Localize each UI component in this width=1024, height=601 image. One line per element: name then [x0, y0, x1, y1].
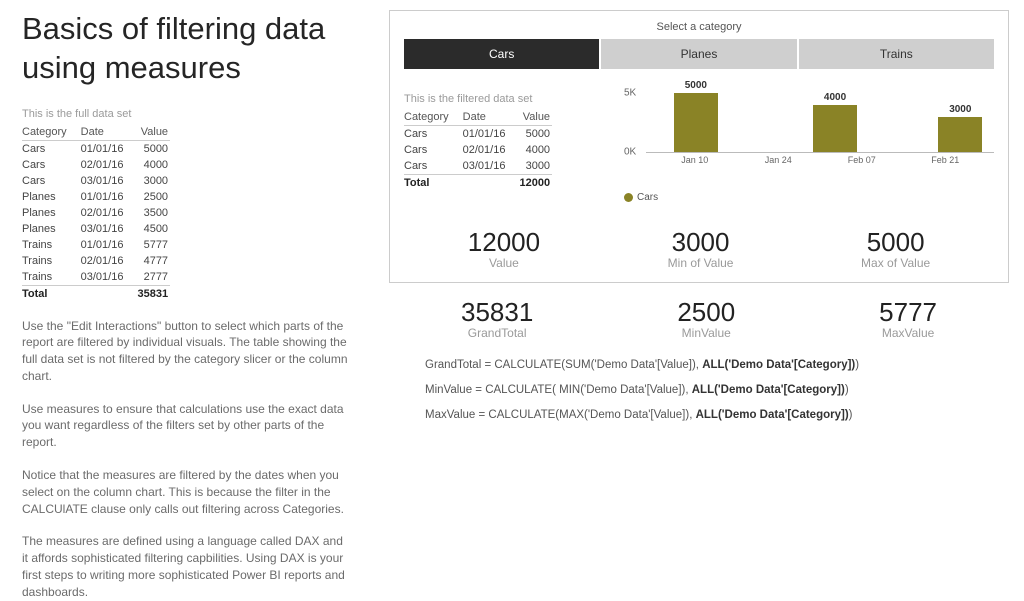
kpi-label: Max of Value — [861, 256, 930, 270]
kpi-card[interactable]: 2500MinValue — [677, 297, 735, 340]
slicer-option-cars[interactable]: Cars — [404, 39, 599, 69]
legend-swatch-icon — [624, 193, 633, 202]
dax-formula: MaxValue = CALCULATE(MAX('Demo Data'[Val… — [425, 408, 1009, 423]
y-tick: 0K — [624, 147, 636, 158]
table-row[interactable]: Cars01/01/165000 — [404, 126, 552, 143]
col-value[interactable]: Value — [137, 124, 170, 141]
table-row[interactable]: Cars02/01/164000 — [404, 142, 552, 158]
table-row[interactable]: Cars01/01/165000 — [22, 140, 170, 157]
col-category[interactable]: Category — [22, 124, 81, 141]
table-row[interactable]: Planes03/01/164500 — [22, 221, 170, 237]
body-paragraph: The measures are defined using a languag… — [22, 533, 352, 600]
kpi-card[interactable]: 5000Max of Value — [861, 227, 930, 270]
fcol-value[interactable]: Value — [519, 109, 552, 126]
col-date[interactable]: Date — [81, 124, 138, 141]
filtered-table-caption: This is the filtered data set — [404, 93, 604, 105]
fcol-date[interactable]: Date — [463, 109, 520, 126]
kpi-label: MaxValue — [879, 326, 937, 340]
kpi-value: 12000 — [468, 227, 540, 258]
kpi-value: 5777 — [879, 297, 937, 328]
table-total-row: Total12000 — [404, 175, 552, 192]
column-chart[interactable]: 5K0K500040003000Jan 10Jan 24Feb 07Feb 21… — [624, 93, 994, 203]
y-tick: 5K — [624, 88, 636, 99]
kpi-label: Min of Value — [668, 256, 734, 270]
dax-formula: GrandTotal = CALCULATE(SUM('Demo Data'[V… — [425, 358, 1009, 373]
body-paragraph: Use the "Edit Interactions" button to se… — [22, 318, 352, 385]
dax-definitions: GrandTotal = CALCULATE(SUM('Demo Data'[V… — [389, 358, 1009, 423]
body-paragraph: Notice that the measures are filtered by… — [22, 467, 352, 517]
table-row[interactable]: Planes01/01/162500 — [22, 189, 170, 205]
kpi-card[interactable]: 3000Min of Value — [668, 227, 734, 270]
chart-bar[interactable] — [938, 117, 982, 152]
table-total-row: Total35831 — [22, 285, 170, 302]
kpi-card[interactable]: 5777MaxValue — [879, 297, 937, 340]
bar-data-label: 4000 — [813, 92, 857, 103]
x-tick: Feb 21 — [931, 155, 959, 165]
kpi-card[interactable]: 12000Value — [468, 227, 540, 270]
x-tick: Feb 07 — [848, 155, 876, 165]
kpi-card[interactable]: 35831GrandTotal — [461, 297, 533, 340]
bar-data-label: 5000 — [674, 80, 718, 91]
kpi-value: 35831 — [461, 297, 533, 328]
body-paragraph: Use measures to ensure that calculations… — [22, 401, 352, 451]
slicer-option-trains[interactable]: Trains — [799, 39, 994, 69]
table-row[interactable]: Cars03/01/163000 — [404, 158, 552, 175]
fcol-category[interactable]: Category — [404, 109, 463, 126]
dax-formula: MinValue = CALCULATE( MIN('Demo Data'[Va… — [425, 383, 1009, 398]
kpi-label: GrandTotal — [461, 326, 533, 340]
table-row[interactable]: Trains01/01/165777 — [22, 237, 170, 253]
filtered-data-table: Category Date Value Cars01/01/165000Cars… — [404, 109, 552, 191]
page-title: Basics of filtering data using measures — [22, 10, 367, 88]
table-row[interactable]: Cars03/01/163000 — [22, 173, 170, 189]
table-row[interactable]: Trains03/01/162777 — [22, 269, 170, 286]
kpi-label: Value — [468, 256, 540, 270]
bar-data-label: 3000 — [938, 104, 982, 115]
chart-bar[interactable] — [674, 93, 718, 152]
table-row[interactable]: Trains02/01/164777 — [22, 253, 170, 269]
x-tick: Jan 10 — [681, 155, 708, 165]
full-data-table: Category Date Value Cars01/01/165000Cars… — [22, 124, 170, 302]
slicer-title: Select a category — [404, 21, 994, 33]
table-row[interactable]: Cars02/01/164000 — [22, 157, 170, 173]
table-row[interactable]: Planes02/01/163500 — [22, 205, 170, 221]
x-tick: Jan 24 — [765, 155, 792, 165]
kpi-value: 3000 — [668, 227, 734, 258]
kpi-value: 2500 — [677, 297, 735, 328]
filtered-panel: Select a category CarsPlanesTrains This … — [389, 10, 1009, 283]
chart-legend: Cars — [624, 192, 658, 203]
kpi-label: MinValue — [677, 326, 735, 340]
full-table-caption: This is the full data set — [22, 108, 367, 120]
slicer-option-planes[interactable]: Planes — [601, 39, 796, 69]
chart-bar[interactable] — [813, 105, 857, 152]
legend-label: Cars — [637, 192, 658, 203]
category-slicer: CarsPlanesTrains — [404, 39, 994, 69]
kpi-value: 5000 — [861, 227, 930, 258]
